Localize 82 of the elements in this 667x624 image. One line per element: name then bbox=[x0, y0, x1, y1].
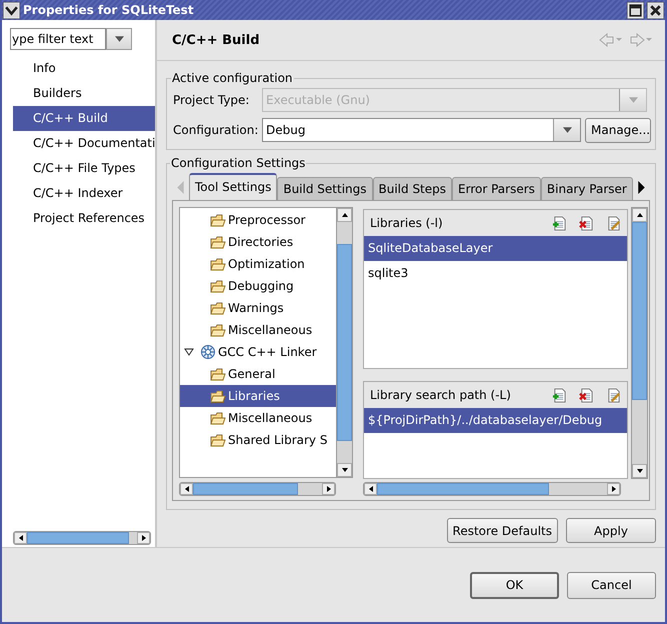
horizontal-scrollbar[interactable] bbox=[13, 531, 151, 545]
filter-dropdown-button[interactable] bbox=[106, 28, 132, 50]
manage-button[interactable]: Manage... bbox=[585, 118, 651, 142]
folder-icon bbox=[210, 278, 226, 294]
remove-document-icon[interactable] bbox=[579, 216, 594, 230]
scroll-right-arrow-icon[interactable] bbox=[610, 486, 616, 492]
caret-icon bbox=[114, 36, 124, 42]
nav-item[interactable]: Project References bbox=[13, 206, 155, 231]
tab[interactable]: Build Settings bbox=[277, 177, 372, 200]
horizontal-scrollbar[interactable] bbox=[179, 482, 336, 496]
tree-item[interactable]: Libraries bbox=[180, 385, 336, 407]
tab[interactable]: Tool Settings bbox=[189, 173, 278, 200]
edit-document-icon[interactable] bbox=[606, 388, 621, 402]
scroll-right-icon[interactable] bbox=[638, 181, 645, 194]
window-title: Properties for SQLiteTest bbox=[23, 3, 194, 17]
tool-gear-icon bbox=[200, 344, 216, 360]
scroll-left-arrow-icon[interactable] bbox=[184, 486, 190, 492]
tree-item[interactable]: Optimization bbox=[180, 253, 336, 275]
scroll-down-arrow-icon[interactable] bbox=[636, 468, 642, 474]
restore-defaults-button[interactable]: Restore Defaults bbox=[446, 518, 558, 543]
horizontal-scrollbar[interactable] bbox=[363, 482, 621, 496]
list-item[interactable]: ${ProjDirPath}/../databaselayer/Debug bbox=[364, 408, 627, 433]
cancel-button[interactable]: Cancel bbox=[567, 572, 656, 598]
dropdown-field[interactable]: Debug bbox=[262, 118, 581, 142]
tree-item[interactable]: GCC C++ Linker bbox=[180, 341, 336, 363]
scroll-up-arrow-icon[interactable] bbox=[342, 212, 348, 218]
folder-icon bbox=[210, 410, 226, 426]
folder-icon bbox=[210, 432, 226, 448]
scroll-left-arrow-icon[interactable] bbox=[368, 486, 374, 492]
folder-icon bbox=[210, 366, 226, 382]
add-document-icon[interactable] bbox=[552, 388, 567, 402]
vertical-scrollbar[interactable] bbox=[631, 207, 648, 479]
group-title: Configuration Settings bbox=[170, 156, 306, 170]
folder-icon bbox=[210, 388, 226, 404]
nav-item[interactable]: C/C++ Indexer bbox=[13, 181, 155, 206]
nav-item[interactable]: Info bbox=[13, 56, 155, 81]
scroll-down-arrow-icon[interactable] bbox=[342, 467, 348, 473]
tree-item[interactable]: Directories bbox=[180, 231, 336, 253]
list-title: Library search path (-L) bbox=[370, 388, 511, 402]
maximize-icon[interactable] bbox=[627, 2, 644, 18]
folder-icon bbox=[210, 256, 226, 272]
remove-document-icon[interactable] bbox=[579, 388, 594, 402]
tab[interactable]: Build Steps bbox=[372, 177, 452, 200]
group-title: Active configuration bbox=[171, 71, 294, 85]
folder-icon bbox=[210, 300, 226, 316]
add-document-icon[interactable] bbox=[552, 216, 567, 230]
tree-item[interactable]: Miscellaneous bbox=[180, 319, 336, 341]
list-item[interactable]: SqliteDatabaseLayer bbox=[364, 236, 627, 261]
expand-arrow-icon[interactable] bbox=[184, 347, 194, 357]
tree-item[interactable]: Warnings bbox=[180, 297, 336, 319]
scroll-right-arrow-icon[interactable] bbox=[140, 535, 146, 541]
vertical-scrollbar[interactable] bbox=[336, 208, 352, 477]
scroll-right-arrow-icon[interactable] bbox=[326, 486, 332, 492]
caret-icon bbox=[628, 97, 638, 103]
window-menu-icon[interactable] bbox=[3, 2, 20, 18]
ok-button[interactable]: OK bbox=[470, 572, 559, 598]
caret-icon bbox=[562, 127, 572, 133]
tree-item[interactable]: Preprocessor bbox=[180, 209, 336, 231]
tab[interactable]: Error Parsers bbox=[452, 177, 541, 200]
folder-icon bbox=[210, 212, 226, 228]
list-title: Libraries (-l) bbox=[370, 216, 443, 230]
filter-field[interactable]: ype filter text bbox=[10, 28, 106, 50]
folder-icon bbox=[210, 234, 226, 250]
page-title: C/C++ Build bbox=[172, 32, 260, 48]
apply-button[interactable]: Apply bbox=[566, 518, 656, 543]
folder-icon bbox=[210, 322, 226, 338]
tree-item[interactable]: Miscellaneous bbox=[180, 407, 336, 429]
nav-item[interactable]: C/C++ Build bbox=[13, 106, 155, 131]
field-label: Configuration: bbox=[173, 123, 258, 137]
scroll-up-arrow-icon[interactable] bbox=[636, 212, 642, 218]
tree-item[interactable]: Debugging bbox=[180, 275, 336, 297]
nav-item[interactable]: C/C++ Documentati bbox=[13, 131, 155, 156]
tree-item[interactable]: General bbox=[180, 363, 336, 385]
close-icon[interactable] bbox=[647, 2, 664, 18]
edit-document-icon[interactable] bbox=[606, 216, 621, 230]
tree-item[interactable]: Shared Library S bbox=[180, 429, 336, 451]
field-label: Project Type: bbox=[173, 93, 250, 107]
tab[interactable]: Binary Parser bbox=[540, 177, 633, 200]
scroll-left-arrow-icon[interactable] bbox=[18, 535, 24, 541]
nav-item[interactable]: C/C++ File Types bbox=[13, 156, 155, 181]
nav-item[interactable]: Builders bbox=[13, 81, 155, 106]
list-item[interactable]: sqlite3 bbox=[364, 261, 627, 286]
